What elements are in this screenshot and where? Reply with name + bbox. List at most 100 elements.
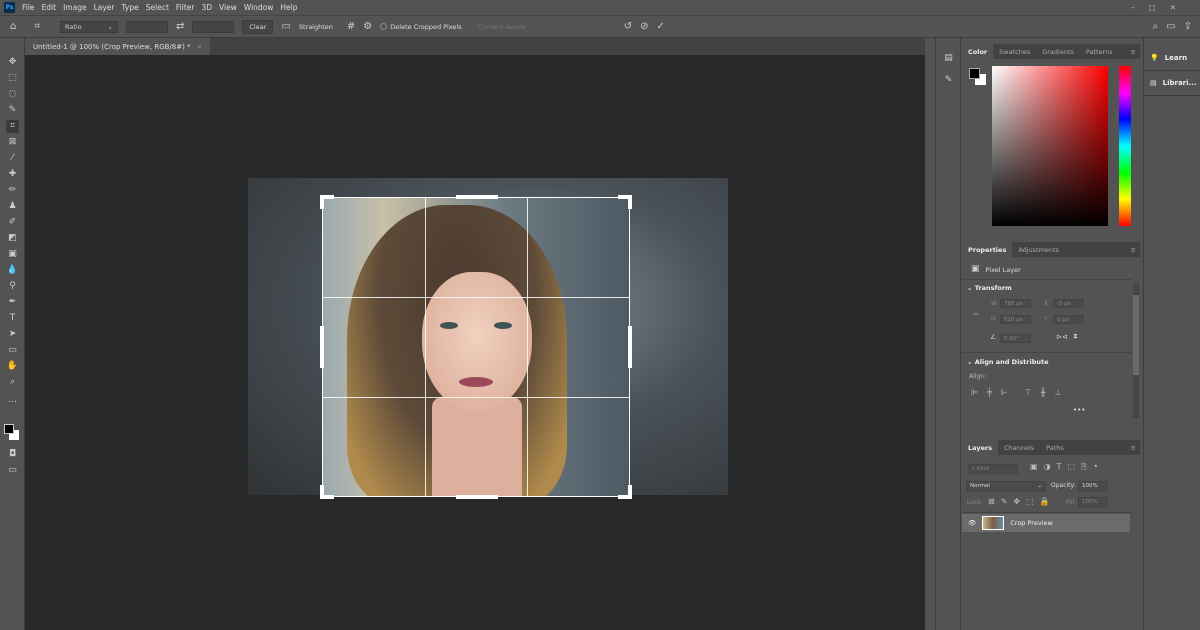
libraries-button[interactable]: ▤ Librari...: [1144, 71, 1200, 96]
tab-patterns[interactable]: Patterns: [1080, 44, 1119, 59]
overlay-grid-icon[interactable]: #: [347, 21, 355, 32]
foreground-color-swatch[interactable]: [969, 68, 980, 79]
fill-field[interactable]: 100%: [1078, 497, 1108, 508]
ratio-select[interactable]: Ratio ⌄: [60, 20, 118, 33]
quick-select-tool-icon[interactable]: ✎: [6, 104, 19, 117]
more-tools-icon[interactable]: …: [6, 394, 19, 407]
crop-handle-bottom-right[interactable]: [628, 485, 632, 499]
angle-field[interactable]: 0.00°: [1000, 334, 1031, 343]
straighten-button[interactable]: Straighten: [299, 23, 333, 31]
crop-tool-icon[interactable]: ⌗: [6, 120, 19, 133]
close-tab-icon[interactable]: ×: [197, 43, 203, 51]
menu-3d[interactable]: 3D: [201, 3, 212, 12]
brush-settings-icon[interactable]: ✎: [942, 74, 955, 87]
crop-handle-top[interactable]: [456, 195, 498, 199]
lasso-tool-icon[interactable]: ◌: [6, 88, 19, 101]
zoom-tool-icon[interactable]: ⌕: [6, 376, 19, 389]
menu-edit[interactable]: Edit: [42, 3, 57, 12]
layer-row[interactable]: 👁 Crop Preview: [962, 514, 1130, 532]
tab-channels[interactable]: Channels: [998, 440, 1040, 455]
align-top-icon[interactable]: ⊤: [1025, 388, 1032, 397]
align-distribute-section[interactable]: ⌄ Align and Distribute: [967, 358, 1049, 366]
pen-tool-icon[interactable]: ✒: [6, 296, 19, 309]
hand-tool-icon[interactable]: ✋: [6, 360, 19, 373]
history-panel-icon[interactable]: ▤: [942, 52, 955, 65]
scrollbar-thumb[interactable]: [1133, 295, 1139, 375]
tab-properties[interactable]: Properties: [962, 242, 1013, 257]
panel-menu-icon[interactable]: ≡: [1131, 44, 1140, 59]
lock-position-icon[interactable]: ✥: [1013, 497, 1020, 506]
lock-transparent-icon[interactable]: ⊠: [988, 497, 995, 506]
visibility-eye-icon[interactable]: 👁: [968, 519, 976, 527]
search-icon[interactable]: ⌕: [1153, 21, 1159, 32]
tab-gradients[interactable]: Gradients: [1036, 44, 1080, 59]
flip-horizontal-icon[interactable]: ⊳⊲: [1056, 333, 1068, 341]
menu-image[interactable]: Image: [63, 3, 87, 12]
crop-handle-bottom-left[interactable]: [320, 485, 324, 499]
align-left-icon[interactable]: ⊫: [971, 388, 978, 397]
flip-vertical-icon[interactable]: ⧗: [1073, 332, 1078, 341]
filter-toggle-icon[interactable]: •: [1093, 462, 1098, 472]
crop-handle-bottom[interactable]: [456, 495, 498, 499]
align-center-icon[interactable]: ╪: [987, 388, 992, 397]
crop-border[interactable]: [320, 195, 632, 499]
lock-pixels-icon[interactable]: ✎: [1001, 497, 1008, 506]
menu-select[interactable]: Select: [146, 3, 169, 12]
color-field[interactable]: [992, 66, 1108, 226]
share-icon[interactable]: ⇪: [1184, 21, 1192, 32]
tab-layers[interactable]: Layers: [962, 440, 999, 455]
width-field[interactable]: 768 px: [1000, 299, 1031, 308]
menu-view[interactable]: View: [219, 3, 237, 12]
commit-check-icon[interactable]: ✓: [656, 21, 664, 32]
dodge-tool-icon[interactable]: ⚲: [6, 280, 19, 293]
cancel-icon[interactable]: ⊘: [640, 21, 648, 32]
smart-object-filter-icon[interactable]: ⎘: [1081, 462, 1087, 472]
type-tool-icon[interactable]: T: [6, 312, 19, 325]
align-middle-icon[interactable]: ╫: [1041, 388, 1046, 397]
crop-tool-icon[interactable]: ⌗: [34, 21, 40, 32]
x-field[interactable]: -5 px: [1053, 299, 1084, 308]
stamp-tool-icon[interactable]: ♟: [6, 200, 19, 213]
history-brush-icon[interactable]: ✐: [6, 216, 19, 229]
menu-file[interactable]: File: [22, 3, 35, 12]
adjustment-filter-icon[interactable]: ◑: [1044, 462, 1051, 472]
lock-all-icon[interactable]: 🔒: [1040, 497, 1050, 506]
straighten-icon[interactable]: ▭: [281, 21, 290, 32]
panel-menu-icon[interactable]: ≡: [1131, 242, 1140, 257]
more-options-button[interactable]: •••: [1073, 406, 1085, 414]
panel-menu-icon[interactable]: ≡: [1131, 440, 1140, 455]
align-right-icon[interactable]: ⊩: [1001, 388, 1008, 397]
menu-type[interactable]: Type: [122, 3, 139, 12]
shape-filter-icon[interactable]: ⬚: [1067, 462, 1075, 472]
menu-window[interactable]: Window: [244, 3, 274, 12]
clear-button[interactable]: Clear: [242, 19, 274, 34]
workspace-icon[interactable]: ▭: [1166, 21, 1175, 32]
gradient-tool-icon[interactable]: ▣: [6, 248, 19, 261]
screen-mode-icon[interactable]: ▭: [6, 464, 19, 477]
content-aware-checkbox[interactable]: Content-Aware: [478, 23, 526, 31]
tab-swatches[interactable]: Swatches: [993, 44, 1036, 59]
menu-layer[interactable]: Layer: [94, 3, 115, 12]
pixel-filter-icon[interactable]: ▣: [1030, 462, 1038, 472]
reset-icon[interactable]: ↺: [624, 21, 632, 32]
menu-help[interactable]: Help: [280, 3, 297, 12]
layer-kind-filter[interactable]: ⌕ Kind: [968, 464, 1018, 474]
rectangle-tool-icon[interactable]: ▭: [6, 344, 19, 357]
crop-handle-left[interactable]: [320, 326, 324, 368]
foreground-color-swatch[interactable]: [4, 424, 14, 434]
brush-tool-icon[interactable]: ✏: [6, 184, 19, 197]
blend-mode-select[interactable]: Normal ⌄: [966, 481, 1046, 492]
crop-handle-top-right[interactable]: [628, 195, 632, 209]
marquee-tool-icon[interactable]: ⬚: [6, 72, 19, 85]
move-tool-icon[interactable]: ✥: [6, 56, 19, 69]
properties-scrollbar[interactable]: [1133, 283, 1139, 418]
blur-tool-icon[interactable]: 💧: [6, 264, 19, 277]
healing-tool-icon[interactable]: ✚: [6, 168, 19, 181]
tab-adjustments[interactable]: Adjustments: [1012, 242, 1065, 257]
opacity-field[interactable]: 100%: [1078, 481, 1108, 492]
y-field[interactable]: 0 px: [1053, 315, 1084, 324]
link-icon[interactable]: ∞: [973, 310, 979, 318]
window-controls[interactable]: –▢✕: [1131, 3, 1190, 12]
hue-slider[interactable]: [1119, 66, 1131, 226]
gear-icon[interactable]: ⚙: [363, 21, 372, 32]
